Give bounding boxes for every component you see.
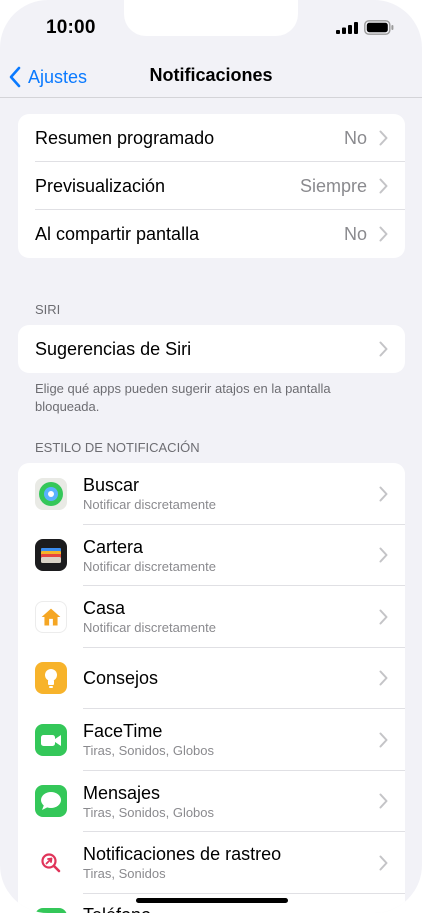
tips-icon bbox=[35, 662, 67, 695]
navigation-bar: Ajustes Notificaciones bbox=[0, 56, 422, 98]
scheduled-summary-row[interactable]: Resumen programado No bbox=[18, 114, 405, 162]
wallet-icon bbox=[35, 539, 67, 572]
app-name: Notificaciones de rastreo bbox=[83, 844, 282, 865]
chevron-right-icon bbox=[379, 341, 388, 357]
app-row-casa[interactable]: Casa Notificar discretamente bbox=[18, 586, 405, 648]
siri-footnote: Elige qué apps pueden sugerir atajos en … bbox=[35, 381, 331, 414]
app-subtitle: Notificar discretamente bbox=[83, 620, 216, 636]
row-label: Resumen programado bbox=[35, 127, 215, 148]
chevron-right-icon bbox=[379, 130, 388, 146]
screen-sharing-row[interactable]: Al compartir pantalla No bbox=[18, 210, 405, 258]
row-value: Siempre bbox=[299, 175, 367, 196]
apps-group: Buscar Notificar discretamente Cartera N… bbox=[18, 463, 405, 913]
app-row-consejos[interactable]: Consejos bbox=[18, 648, 405, 709]
app-name: Buscar bbox=[83, 475, 140, 496]
app-name: Casa bbox=[83, 598, 126, 619]
find-my-icon bbox=[35, 477, 67, 510]
siri-group: Sugerencias de Siri bbox=[18, 325, 405, 373]
chevron-right-icon bbox=[379, 793, 388, 809]
page-title: Notificaciones bbox=[149, 65, 273, 85]
app-subtitle: Notificar discretamente bbox=[83, 558, 216, 574]
chevron-right-icon bbox=[379, 547, 388, 563]
battery-icon bbox=[364, 20, 394, 35]
row-label: Previsualización bbox=[35, 175, 166, 196]
general-settings-group: Resumen programado No Previsualización S… bbox=[18, 114, 405, 258]
app-name: Cartera bbox=[83, 536, 144, 557]
app-subtitle: Tiras, Sonidos, Globos bbox=[83, 743, 215, 759]
row-value: No bbox=[343, 127, 367, 148]
row-label: Al compartir pantalla bbox=[35, 223, 200, 244]
app-name: Mensajes bbox=[83, 782, 161, 803]
app-row-mensajes[interactable]: Mensajes Tiras, Sonidos, Globos bbox=[18, 771, 405, 832]
notification-style-header: ESTILO DE NOTIFICACIÓN bbox=[35, 440, 200, 455]
app-subtitle: Tiras, Sonidos, Globos bbox=[83, 804, 215, 820]
status-bar: 10:00 bbox=[0, 0, 422, 56]
preview-row[interactable]: Previsualización Siempre bbox=[18, 162, 405, 210]
app-row-cartera[interactable]: Cartera Notificar discretamente bbox=[18, 525, 405, 586]
chevron-right-icon bbox=[379, 855, 388, 871]
messages-icon bbox=[35, 785, 67, 818]
phone-icon bbox=[35, 907, 67, 913]
siri-suggestions-row[interactable]: Sugerencias de Siri bbox=[18, 325, 405, 373]
notch bbox=[124, 0, 298, 36]
facetime-icon bbox=[35, 723, 67, 756]
tracking-icon bbox=[35, 846, 67, 879]
app-name: Consejos bbox=[83, 668, 159, 689]
chevron-right-icon bbox=[379, 178, 388, 194]
siri-section-header: SIRI bbox=[35, 302, 61, 317]
app-subtitle: Tiras, Sonidos bbox=[83, 866, 166, 882]
app-name: FaceTime bbox=[83, 721, 163, 742]
chevron-right-icon bbox=[379, 486, 388, 502]
app-row-buscar[interactable]: Buscar Notificar discretamente bbox=[18, 463, 405, 525]
chevron-right-icon bbox=[379, 670, 388, 686]
chevron-right-icon bbox=[379, 226, 388, 242]
chevron-right-icon bbox=[379, 609, 388, 625]
row-value: No bbox=[343, 223, 367, 244]
app-subtitle: Notificar discretamente bbox=[83, 497, 216, 513]
app-row-facetime[interactable]: FaceTime Tiras, Sonidos, Globos bbox=[18, 709, 405, 771]
app-row-tracking[interactable]: Notificaciones de rastreo Tiras, Sonidos bbox=[18, 832, 405, 894]
home-icon bbox=[35, 600, 67, 633]
row-label: Sugerencias de Siri bbox=[35, 338, 192, 359]
home-indicator[interactable] bbox=[136, 898, 288, 903]
app-name: Teléfono bbox=[83, 904, 151, 913]
app-row-telefono[interactable]: Teléfono bbox=[18, 894, 405, 913]
cellular-signal-icon bbox=[336, 22, 358, 34]
chevron-right-icon bbox=[379, 732, 388, 748]
status-time: 10:00 bbox=[46, 17, 96, 38]
phone-screen: 10:00 Ajustes Notificaciones Resumen pro… bbox=[0, 0, 422, 913]
